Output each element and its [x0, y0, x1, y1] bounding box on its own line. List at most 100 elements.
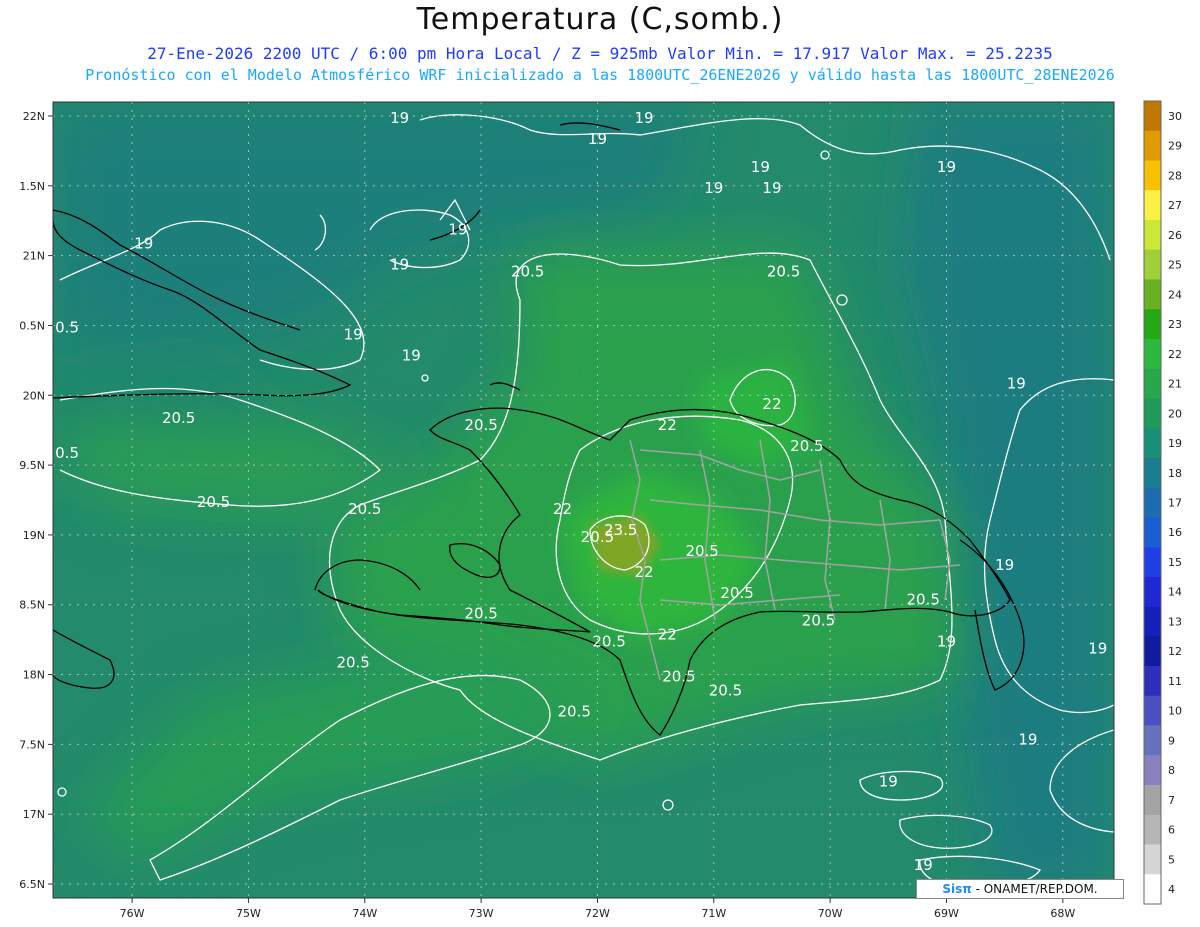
colorbar-label: 9 — [1168, 734, 1175, 747]
contour-label: 20.5 — [336, 654, 369, 672]
x-tick-label: 70W — [818, 907, 843, 920]
colorbar-label: 25 — [1168, 259, 1182, 272]
x-tick-label: 74W — [352, 907, 377, 920]
y-tick-label: 7.5N — [19, 738, 45, 751]
contour-label: 19 — [390, 109, 409, 127]
contour-label: 20.5 — [790, 437, 823, 455]
y-tick-label: 8.5N — [19, 599, 45, 612]
contour-label: 19 — [704, 179, 723, 197]
colorbar-swatch — [1144, 219, 1161, 251]
colorbar-swatch — [1144, 695, 1161, 726]
contour-label: 20.5 — [464, 416, 497, 434]
contour-label: 19 — [879, 772, 898, 790]
x-tick-label: 73W — [469, 907, 494, 920]
contour-label: 20.5 — [557, 702, 590, 720]
colorbar-label: 13 — [1168, 615, 1182, 628]
colorbar-label: 27 — [1168, 199, 1182, 212]
contour-label: 19 — [995, 556, 1014, 574]
contour-label: 20.5 — [907, 591, 940, 609]
colorbar-label: 12 — [1168, 645, 1182, 658]
colorbar-label: 17 — [1168, 497, 1182, 510]
y-tick-label: 20N — [23, 389, 45, 402]
colorbar-label: 23 — [1168, 318, 1182, 331]
contour-label: 20.5 — [197, 493, 230, 511]
contour-label: 20.5 — [348, 500, 381, 518]
contour-label: 19 — [914, 856, 933, 874]
colorbar-label: 29 — [1168, 140, 1182, 153]
colorbar-label: 26 — [1168, 229, 1182, 242]
colorbar-swatch — [1144, 547, 1161, 578]
x-tick-label: 68W — [1050, 907, 1075, 920]
contour-label: 22 — [658, 416, 677, 434]
contour-label: 20.5 — [662, 668, 695, 686]
colorbar-swatch — [1144, 160, 1161, 191]
colorbar-swatch — [1144, 428, 1161, 459]
y-tick-label: 0.5N — [19, 319, 45, 332]
colorbar-label: 28 — [1168, 169, 1182, 182]
contour-label: 20.5 — [709, 682, 742, 700]
contour-label: 19 — [762, 179, 781, 197]
colorbar-label: 6 — [1168, 824, 1175, 837]
colorbar-label: 19 — [1168, 437, 1182, 450]
x-axis-ticks: 76W 75W 74W 73W 72W 71W 70W 69W 68W — [120, 898, 1075, 920]
temperature-map: 19 19 19 19 19 19 19 19 19 19 19 19 19 19 19 19 19 19 19 20… — [19, 100, 1182, 920]
contour-label: 19 — [751, 158, 770, 176]
credit-text: - ONAMET/REP.DOM. — [971, 882, 1098, 896]
colorbar-swatch — [1144, 101, 1161, 132]
contour-label: 19 — [588, 130, 607, 148]
contour-label: 19 — [344, 325, 363, 343]
contour-label: 20.5 — [767, 263, 800, 281]
contour-label: 19 — [937, 158, 956, 176]
x-tick-label: 72W — [585, 907, 610, 920]
contour-label: 20.5 — [685, 542, 718, 560]
colorbar: 30 29 28 27 26 25 24 23 22 21 20 19 18 17 16 15 14 13 12 11… — [1143, 100, 1182, 905]
contour-label: 19 — [1007, 374, 1026, 392]
contour-label: 19 — [1088, 640, 1107, 658]
colorbar-swatch — [1144, 725, 1161, 756]
contour-label: 19 — [134, 235, 153, 253]
colorbar-swatch — [1144, 279, 1161, 310]
colorbar-label: 22 — [1168, 348, 1182, 361]
colorbar-label: 24 — [1168, 288, 1182, 301]
contour-label: 20.5 — [46, 444, 79, 462]
colorbar-label: 14 — [1168, 586, 1182, 599]
credit-brand: Sisπ — [942, 882, 972, 896]
colorbar-swatch — [1144, 576, 1161, 607]
colorbar-label: 16 — [1168, 526, 1182, 539]
y-tick-label: 6.5N — [19, 878, 45, 891]
y-tick-label: 22N — [23, 110, 45, 123]
contour-label: 19 — [448, 221, 467, 239]
colorbar-label: 15 — [1168, 556, 1182, 569]
contour-label: 22 — [762, 395, 781, 413]
colorbar-swatch — [1144, 517, 1161, 548]
colorbar-swatch — [1144, 338, 1161, 369]
contour-label: 22 — [634, 563, 653, 581]
colorbar-swatch — [1144, 755, 1161, 786]
y-tick-label: 17N — [23, 808, 45, 821]
y-tick-label: 9.5N — [19, 459, 45, 472]
y-tick-label: 18N — [23, 669, 45, 682]
contour-label: 20.5 — [46, 318, 79, 336]
colorbar-label: 7 — [1168, 794, 1175, 807]
contour-label: 19 — [402, 346, 421, 364]
colorbar-swatch — [1144, 398, 1161, 429]
contour-label: 20.5 — [802, 612, 835, 630]
colorbar-swatch — [1144, 457, 1161, 488]
contour-label: 19 — [634, 109, 653, 127]
colorbar-label: 21 — [1168, 378, 1182, 391]
colorbar-swatch — [1144, 666, 1161, 697]
colorbar-swatch — [1144, 309, 1161, 340]
contour-label: 23.5 — [604, 521, 637, 539]
contour-label: 19 — [937, 633, 956, 651]
contour-label: 20.5 — [511, 263, 544, 281]
colorbar-swatch — [1144, 487, 1161, 518]
contour-label: 22 — [658, 626, 677, 644]
contour-label: 20.5 — [720, 584, 753, 602]
x-tick-label: 76W — [120, 907, 145, 920]
colorbar-swatch — [1144, 130, 1161, 161]
colorbar-swatch — [1144, 368, 1161, 399]
colorbar-label: 5 — [1168, 853, 1175, 866]
contour-label: 20.5 — [464, 605, 497, 623]
y-axis-ticks: 22N 1.5N 21N 0.5N 20N 9.5N 19N 8.5N 18N 7.5N 17N 6.… — [19, 110, 53, 891]
contour-label: 19 — [390, 256, 409, 274]
